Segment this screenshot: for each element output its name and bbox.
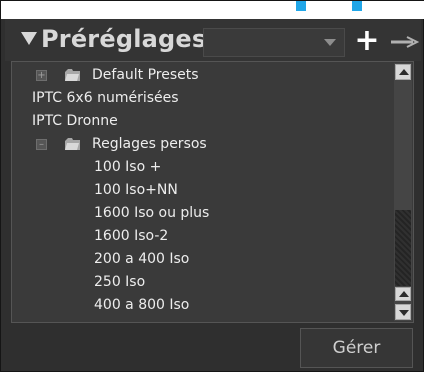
collapse-icon[interactable]: – xyxy=(36,139,47,150)
tree-row[interactable]: 1600 Iso ou plus xyxy=(12,202,396,225)
preset-dropdown[interactable] xyxy=(203,28,345,57)
tree-row[interactable]: IPTC 6x6 numérisées xyxy=(12,87,396,110)
tree-row-label: 400 a 800 Iso xyxy=(94,297,190,313)
tree-row[interactable]: 1600 Iso-2 xyxy=(12,225,396,248)
tree-row[interactable]: – Reglages persos xyxy=(12,133,396,156)
tree-row-label: 1600 Iso-2 xyxy=(94,228,169,244)
expand-icon[interactable]: + xyxy=(36,70,47,81)
presets-panel: Préréglages + + Default Presets IPTC 6x6… xyxy=(0,0,424,372)
tree-row-label: Default Presets xyxy=(92,67,199,83)
tree-row[interactable]: + Default Presets xyxy=(12,64,396,87)
tree-row-label: 200 a 400 Iso xyxy=(94,251,190,267)
tree-row[interactable]: 250 Iso xyxy=(12,271,396,294)
folder-icon xyxy=(65,69,80,81)
tree-row-label: 1600 Iso ou plus xyxy=(94,205,210,221)
tree-row-label: 100 Iso + xyxy=(94,159,162,175)
window-top-strip xyxy=(1,1,424,19)
tree-row[interactable]: 200 a 400 Iso xyxy=(12,248,396,271)
panel-title-text: Préréglages xyxy=(41,25,207,53)
tree-row[interactable]: 100 Iso+NN xyxy=(12,179,396,202)
chevron-down-icon[interactable] xyxy=(324,39,336,46)
preset-tree[interactable]: + Default Presets IPTC 6x6 numérisées IP… xyxy=(11,61,414,323)
disclosure-triangle-icon[interactable] xyxy=(21,32,37,45)
remove-preset-button[interactable] xyxy=(389,35,419,49)
panel-title[interactable]: Préréglages xyxy=(21,25,206,53)
preset-scrollbar[interactable] xyxy=(394,63,412,321)
scroll-up-lower-button[interactable] xyxy=(395,287,411,301)
tree-row-label: IPTC 6x6 numérisées xyxy=(32,90,179,106)
tree-row-label: Reglages persos xyxy=(92,136,207,152)
tree-row[interactable]: IPTC Dronne xyxy=(12,110,396,133)
scroll-down-button[interactable] xyxy=(395,304,411,320)
tree-row-label: 250 Iso xyxy=(94,274,146,290)
tree-row-label: 100 Iso+NN xyxy=(94,182,178,198)
tree-row[interactable]: 100 Iso + xyxy=(12,156,396,179)
scroll-up-button[interactable] xyxy=(395,64,411,80)
tree-row[interactable]: 400 a 800 Iso xyxy=(12,294,396,317)
scroll-thumb-track[interactable] xyxy=(395,210,411,286)
panel-header: Préréglages + xyxy=(5,19,421,61)
folder-icon xyxy=(65,138,80,150)
top-right-blue-mark xyxy=(352,1,362,11)
manage-button[interactable]: Gérer xyxy=(300,328,413,368)
top-left-blue-mark xyxy=(296,1,306,11)
tree-row-label: IPTC Dronne xyxy=(32,113,118,129)
add-preset-button[interactable]: + xyxy=(353,26,381,56)
